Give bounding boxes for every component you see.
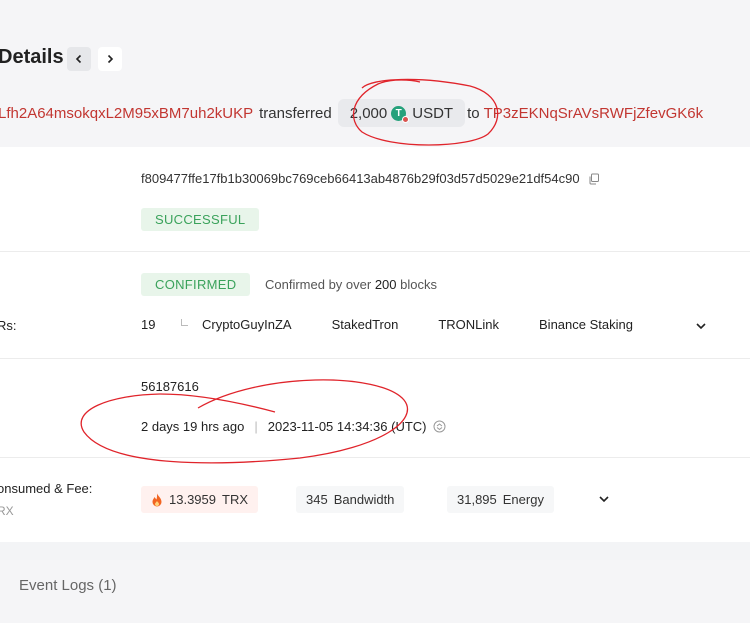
- page-title: Details: [0, 46, 64, 68]
- energy-value: 31,895: [457, 492, 497, 507]
- transaction-hash: f809477ffe17fb1b30069bc769ceb66413ab4876…: [141, 171, 580, 186]
- bandwidth-chip: 345 Bandwidth: [296, 486, 405, 513]
- chevron-down-icon[interactable]: [695, 320, 707, 332]
- energy-chip: 31,895 Energy: [447, 486, 554, 513]
- chevron-left-icon: [75, 54, 82, 64]
- tether-icon: T: [391, 105, 410, 123]
- confirmation-count: 200: [374, 277, 397, 292]
- transaction-hash-row: f809477ffe17fb1b30069bc769ceb66413ab4876…: [141, 171, 600, 186]
- divider: [0, 358, 750, 359]
- separator: |: [254, 419, 258, 434]
- resources-sub-label: RX: [0, 504, 14, 518]
- transfer-amount-chip: 2,000 T USDT: [337, 99, 466, 127]
- sr-item[interactable]: Binance Staking: [539, 317, 633, 332]
- sr-label: Rs:: [0, 318, 17, 333]
- bandwidth-value: 345: [306, 492, 328, 507]
- confirmation-note-suffix: blocks: [396, 277, 437, 292]
- tree-corner: [181, 319, 188, 326]
- tab-event-logs[interactable]: Event Logs (1): [19, 577, 117, 594]
- result-status-badge: SUCCESSFUL: [141, 208, 260, 231]
- energy-unit: Energy: [502, 492, 544, 507]
- trx-fee-value: 13.3959: [169, 492, 216, 507]
- bandwidth-unit: Bandwidth: [333, 492, 395, 507]
- trx-fee-chip: 13.3959 TRX: [141, 486, 258, 513]
- to-address-link[interactable]: TP3zEKNqSrAVsRWFjZfevGK6k: [484, 105, 704, 122]
- to-word: to: [467, 104, 480, 122]
- sr-item[interactable]: StakedTron: [332, 317, 399, 332]
- transfer-verb: transferred: [259, 104, 332, 122]
- copy-icon[interactable]: [588, 173, 600, 185]
- clock-icon[interactable]: [433, 420, 446, 433]
- timestamp-row: 2 days 19 hrs ago | 2023-11-05 14:34:36 …: [141, 419, 446, 434]
- divider: [0, 251, 750, 252]
- sr-count: 19: [141, 317, 156, 332]
- confirmation-note-prefix: Confirmed by over: [265, 277, 375, 292]
- transfer-amount: 2,000: [349, 104, 388, 122]
- resources-label: onsumed & Fee:: [0, 481, 93, 496]
- previous-button[interactable]: [67, 47, 91, 71]
- transfer-summary: Lfh2A64msokqxL2M95xBM7uh2kUKP transferre…: [0, 99, 703, 127]
- block-number-link[interactable]: 56187616: [141, 379, 199, 394]
- from-address-link[interactable]: Lfh2A64msokqxL2M95xBM7uh2kUKP: [0, 105, 253, 122]
- chevron-down-icon[interactable]: [598, 493, 610, 505]
- sr-list: 19 CryptoGuyInZA StakedTron TRONLink Bin…: [141, 317, 673, 332]
- page-header: Details Lfh2A64msokqxL2M95xBM7uh2kUKP tr…: [0, 0, 750, 147]
- chevron-right-icon: [107, 54, 114, 64]
- divider: [0, 457, 750, 458]
- sr-item[interactable]: CryptoGuyInZA: [202, 317, 292, 332]
- confirmation-note: Confirmed by over 200 blocks: [265, 277, 437, 292]
- block-age: 2 days 19 hrs ago: [141, 419, 245, 434]
- transaction-detail-card: f809477ffe17fb1b30069bc769ceb66413ab4876…: [0, 147, 750, 542]
- trx-fee-unit: TRX: [222, 492, 248, 507]
- token-symbol-link[interactable]: USDT: [412, 105, 453, 122]
- next-button[interactable]: [98, 47, 122, 71]
- flame-icon: [152, 493, 162, 506]
- sr-item[interactable]: TRONLink: [438, 317, 499, 332]
- confirmation-status-badge: CONFIRMED: [141, 273, 251, 296]
- block-timestamp: 2023-11-05 14:34:36 (UTC): [267, 419, 427, 434]
